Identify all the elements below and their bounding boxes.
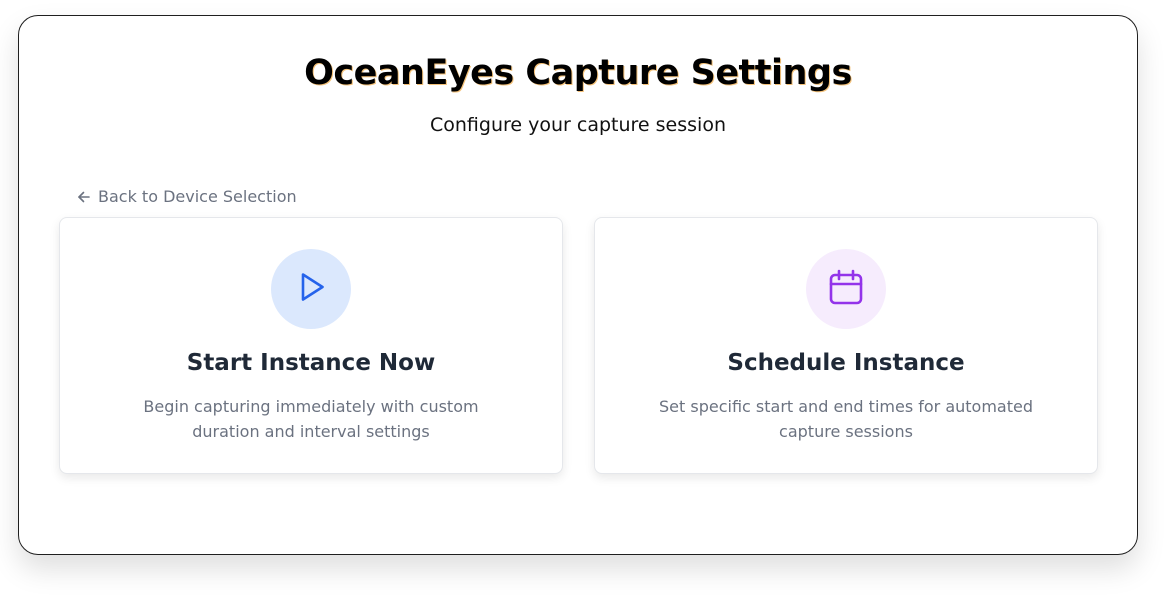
schedule-instance-card[interactable]: Schedule Instance Set specific start and…: [594, 217, 1098, 474]
back-link-label: Back to Device Selection: [98, 187, 297, 206]
play-icon: [294, 270, 328, 308]
start-icon-badge: [271, 249, 351, 329]
calendar-icon: [827, 268, 865, 310]
schedule-instance-description: Set specific start and end times for aut…: [659, 397, 1033, 441]
settings-panel: OceanEyes Capture Settings Configure you…: [18, 15, 1138, 555]
start-instance-now-card[interactable]: Start Instance Now Begin capturing immed…: [59, 217, 563, 474]
start-instance-title: Start Instance Now: [186, 350, 436, 376]
start-instance-description: Begin capturing immediately with custom …: [143, 397, 479, 441]
back-to-device-selection-link[interactable]: Back to Device Selection: [76, 187, 297, 206]
arrow-left-icon: [76, 189, 92, 205]
schedule-icon-badge: [806, 249, 886, 329]
page-title: OceanEyes Capture Settings: [304, 53, 852, 93]
page-subtitle: Configure your capture session: [430, 114, 726, 136]
schedule-instance-title: Schedule Instance: [727, 350, 965, 376]
